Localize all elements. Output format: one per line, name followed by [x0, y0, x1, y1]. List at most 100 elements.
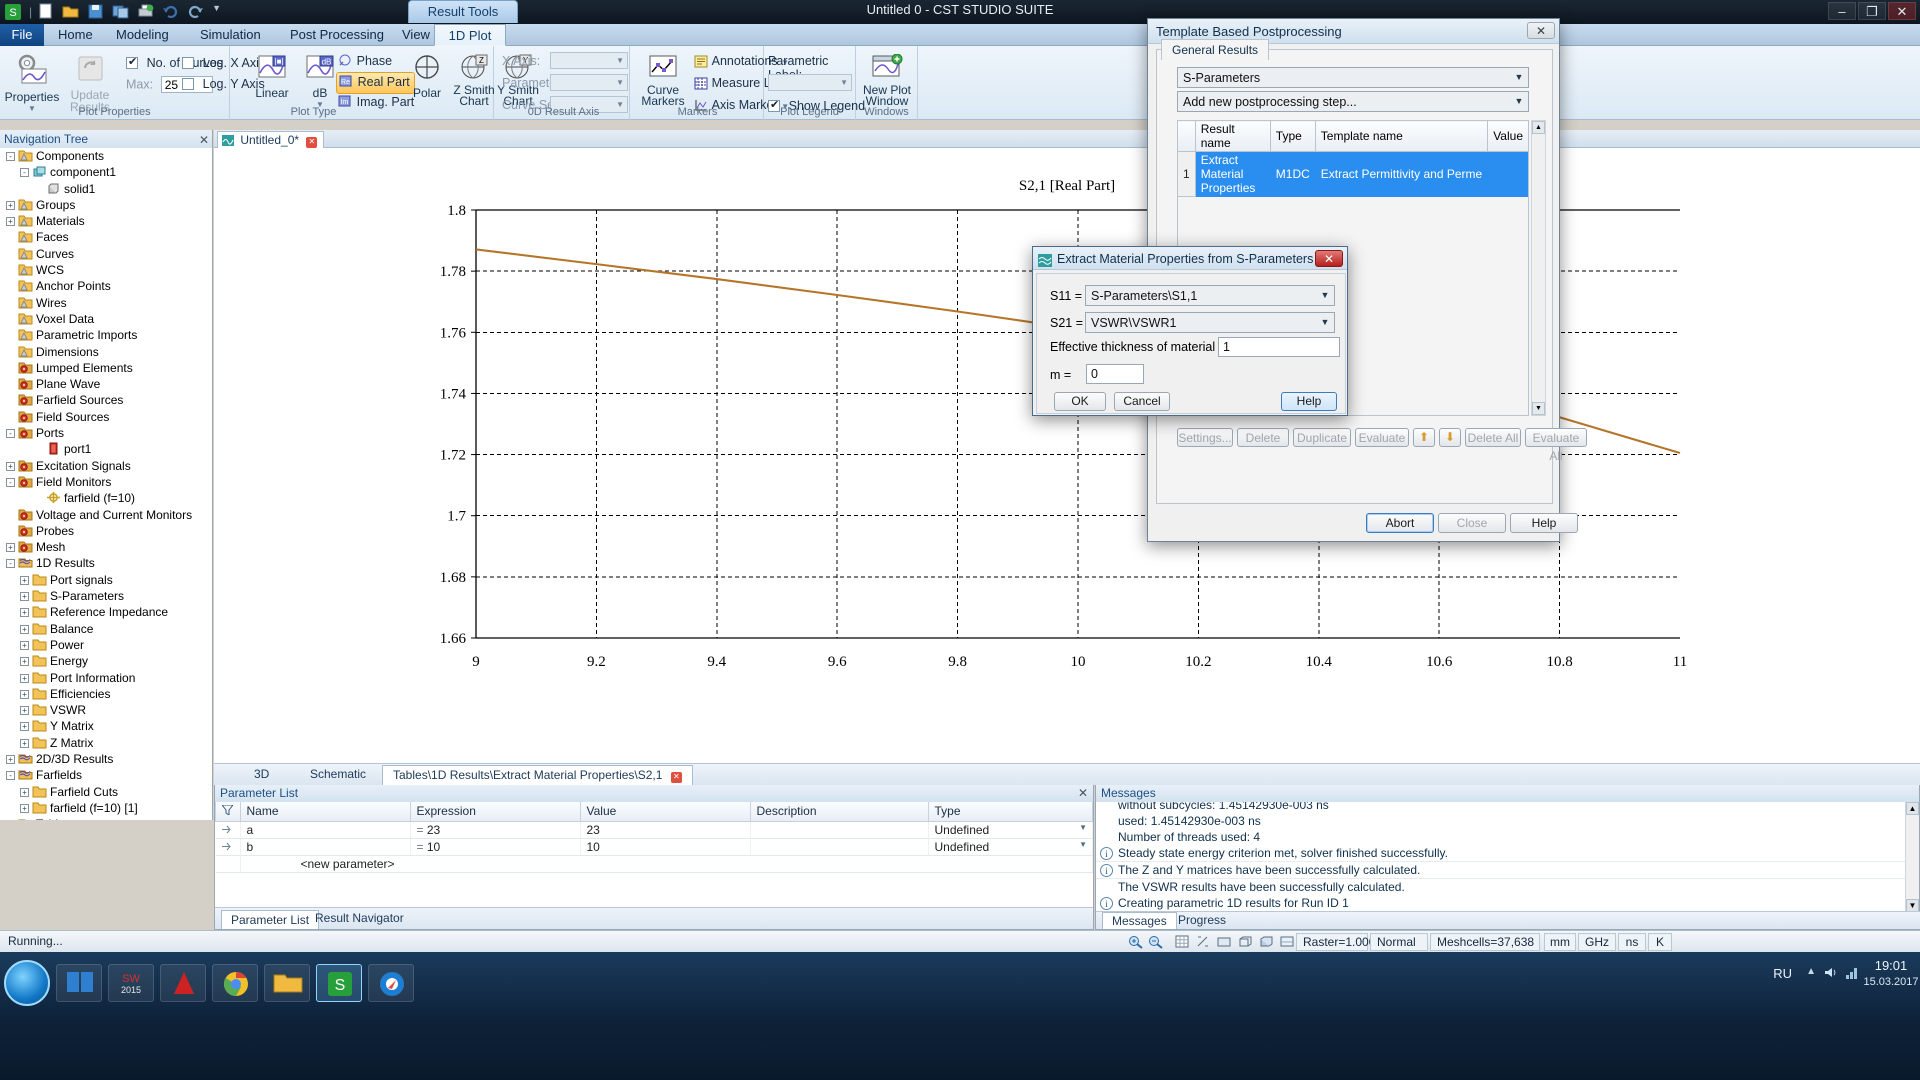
- tree-item-farfields[interactable]: - Farfields: [0, 767, 212, 783]
- tab-tables-s21[interactable]: Tables\1D Results\Extract Material Prope…: [382, 765, 693, 785]
- tree-item-power[interactable]: + Power: [0, 637, 212, 653]
- col-description[interactable]: Description: [749, 802, 929, 822]
- tree-expander[interactable]: +: [20, 640, 29, 650]
- tree-expander[interactable]: +: [20, 722, 29, 732]
- cell-description[interactable]: [750, 838, 929, 856]
- tree-expander[interactable]: +: [20, 787, 29, 797]
- navigation-tree-panel[interactable]: Navigation Tree ✕ - Components - component1…: [0, 130, 213, 820]
- snap-icon[interactable]: [1196, 935, 1210, 951]
- new-plot-window-button[interactable]: New Plot Window: [858, 52, 916, 107]
- parameter-dock-tabs[interactable]: Parameter List Result Navigator: [215, 907, 1093, 929]
- workplane-icon[interactable]: [1217, 935, 1231, 951]
- close-button[interactable]: ✕: [1888, 2, 1916, 20]
- tab-parameter-list[interactable]: Parameter List: [221, 910, 320, 929]
- tab-3d[interactable]: 3D: [244, 765, 279, 785]
- scroll-up-icon[interactable]: ▲: [1532, 121, 1545, 134]
- postprocessing-results-table[interactable]: Result name Type Template name Value 1 Ex…: [1177, 120, 1529, 197]
- phase-button[interactable]: Phase: [338, 53, 392, 71]
- tree-expander[interactable]: -: [6, 771, 15, 781]
- tree-expander[interactable]: -: [20, 168, 29, 178]
- unit-frequency[interactable]: GHz: [1578, 933, 1616, 951]
- tab-simulation[interactable]: Simulation: [188, 24, 273, 46]
- tree-item-voltage-and-current-monitors[interactable]: Voltage and Current Monitors: [0, 507, 212, 523]
- show-hidden-icons-chevron-icon[interactable]: ▲: [1806, 966, 1816, 977]
- shaded-icon[interactable]: [1259, 935, 1273, 951]
- taskbar-language[interactable]: RU: [1773, 966, 1792, 981]
- minimize-button[interactable]: –: [1828, 2, 1856, 20]
- extract-material-properties-dialog[interactable]: Extract Material Properties from S-Param…: [1032, 246, 1348, 416]
- cell-expression[interactable]: = 23: [410, 821, 581, 839]
- tab-1d-plot[interactable]: 1D Plot: [434, 24, 506, 46]
- ok-button[interactable]: OK: [1054, 392, 1106, 411]
- zoom-out-icon[interactable]: [1148, 935, 1163, 952]
- add-postprocessing-step-combo[interactable]: Add new postprocessing step... ▼: [1177, 91, 1529, 112]
- tree-expander[interactable]: +: [6, 200, 15, 210]
- tree-item-farfield-cuts[interactable]: + Farfield Cuts: [0, 784, 212, 800]
- cell-name[interactable]: b: [240, 838, 411, 856]
- x-axis-combo[interactable]: ▼: [550, 52, 628, 69]
- cell-type[interactable]: Undefined ▼: [928, 838, 1093, 856]
- postprocessing-table-body[interactable]: 1 Extract Material Properties M1DC Extract …: [1177, 151, 1529, 197]
- settings-button[interactable]: Settings...: [1177, 428, 1233, 447]
- scroll-up-icon[interactable]: ▲: [1906, 802, 1919, 815]
- duplicate-button[interactable]: Duplicate: [1293, 428, 1351, 447]
- close-icon[interactable]: ✕: [1315, 250, 1343, 267]
- tree-item-reference-impedance[interactable]: + Reference Impedance: [0, 604, 212, 620]
- tree-item-energy[interactable]: + Energy: [0, 653, 212, 669]
- col-result-name[interactable]: Result name: [1194, 120, 1271, 152]
- tree-item-field-sources[interactable]: Field Sources: [0, 409, 212, 425]
- delete-all-button[interactable]: Delete All: [1465, 428, 1521, 447]
- table-row[interactable]: 1 Extract Material Properties M1DC Extract …: [1177, 151, 1529, 197]
- tree-expander[interactable]: -: [6, 477, 15, 487]
- col-value[interactable]: Value: [579, 802, 751, 822]
- tree-item-dimensions[interactable]: Dimensions: [0, 344, 212, 360]
- s11-combo[interactable]: S-Parameters\S1,1 ▼: [1085, 285, 1335, 306]
- normal-field[interactable]: Normal: [1370, 933, 1428, 951]
- table-row[interactable]: a = 23 23 Undefined ▼: [215, 821, 1093, 839]
- postprocessing-table-scrollbar[interactable]: ▲ ▼: [1531, 120, 1546, 416]
- tree-item-vswr[interactable]: + VSWR: [0, 702, 212, 718]
- new-parameter-row[interactable]: <new parameter>: [215, 855, 1093, 873]
- tree-item-field-monitors[interactable]: - Field Monitors: [0, 474, 212, 490]
- help-button[interactable]: Help: [1510, 513, 1578, 533]
- chevron-down-icon[interactable]: ▼: [1510, 92, 1528, 111]
- no-of-curves-check[interactable]: [126, 55, 138, 69]
- chevron-down-icon[interactable]: ▼: [1316, 286, 1334, 305]
- cell-expression[interactable]: = 10: [410, 838, 581, 856]
- unit-temperature[interactable]: K: [1648, 933, 1672, 951]
- tree-item-2d-3d-results[interactable]: +2D/3D Results: [0, 751, 212, 767]
- plot-canvas[interactable]: S2,1 [Real Part] 1.66 1.68 1.7 1.72 1.74 1.76…: [214, 148, 1920, 763]
- tree-item-wires[interactable]: Wires: [0, 295, 212, 311]
- tree-item-1d-results[interactable]: - 1D Results: [0, 555, 212, 571]
- scroll-down-icon[interactable]: ▼: [1532, 402, 1545, 415]
- tree-expander[interactable]: +: [6, 217, 15, 227]
- taskbar-clock-date[interactable]: 15.03.2017: [1862, 976, 1920, 988]
- log-y-check[interactable]: [182, 78, 194, 90]
- s21-combo[interactable]: VSWR\VSWR1 ▼: [1085, 312, 1335, 333]
- tree-item-port-information[interactable]: + Port Information: [0, 670, 212, 686]
- tree-expander[interactable]: +: [20, 657, 29, 667]
- tab-progress[interactable]: Progress: [1178, 913, 1226, 927]
- tree-item-parametric-imports[interactable]: Parametric Imports: [0, 327, 212, 343]
- zoom-in-icon[interactable]: [1128, 935, 1143, 952]
- parameter-combo[interactable]: ▼: [550, 74, 628, 91]
- tab-schematic[interactable]: Schematic: [300, 765, 376, 785]
- raster-field[interactable]: Raster=1.000: [1296, 933, 1375, 951]
- chevron-down-icon[interactable]: ▼: [1316, 313, 1334, 332]
- taskbar-app-cst[interactable]: S: [316, 964, 362, 1002]
- tree-expander[interactable]: +: [6, 461, 15, 471]
- tree-expander[interactable]: +: [20, 706, 29, 716]
- tree-item-s-parameters[interactable]: + S-Parameters: [0, 588, 212, 604]
- help-button[interactable]: Help: [1281, 392, 1337, 411]
- row-handle-icon[interactable]: [215, 838, 241, 856]
- tree-expander[interactable]: +: [6, 543, 15, 553]
- maximize-button[interactable]: ❐: [1858, 2, 1886, 20]
- network-icon[interactable]: [1845, 965, 1860, 983]
- tree-item-components[interactable]: - Components: [0, 148, 212, 164]
- ribbon-tab-strip[interactable]: File Home Modeling Simulation Post Proce…: [0, 24, 1920, 46]
- tab-post-processing[interactable]: Post Processing: [278, 24, 396, 46]
- tree-item-component1[interactable]: - component1: [0, 164, 212, 180]
- close-icon[interactable]: ✕: [199, 131, 209, 149]
- messages-dock-tabs[interactable]: Messages Progress: [1096, 911, 1920, 929]
- meshcells-field[interactable]: Meshcells=37,638: [1430, 933, 1540, 951]
